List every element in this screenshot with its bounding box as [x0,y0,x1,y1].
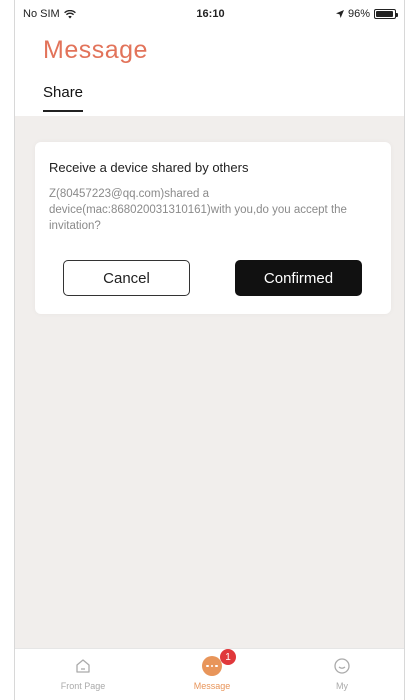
tab-bar: Share [43,84,84,112]
phone-screen: No SIM 16:10 96% Message Share Receive a… [14,0,405,700]
nav-label-my: My [336,681,348,691]
message-list: Receive a device shared by others Z(8045… [15,116,404,648]
nav-label-front-page: Front Page [60,681,106,691]
confirm-button[interactable]: Confirmed [235,260,362,296]
battery-fill [376,11,394,17]
tab-share[interactable]: Share [43,84,84,112]
unread-badge: 1 [220,649,236,665]
nav-label-message: Message [193,681,231,691]
home-icon [43,653,123,679]
message-icon [202,656,222,676]
status-bar: No SIM 16:10 96% [15,0,404,32]
bottom-nav: Front Page 1 Message My [15,648,404,700]
battery-icon [374,9,398,19]
cancel-button[interactable]: Cancel [63,260,190,296]
card-title: Receive a device shared by others [49,160,249,175]
smiley-icon [302,653,382,679]
nav-item-my[interactable]: My [302,653,382,691]
nav-item-message[interactable]: 1 Message [172,649,252,691]
page-title: Message [43,36,148,64]
location-arrow-icon [335,10,344,18]
nav-item-front-page[interactable]: Front Page [43,653,123,691]
share-invitation-card: Receive a device shared by others Z(8045… [35,142,391,314]
card-message: Z(80457223@qq.com)shared a device(mac:86… [49,188,347,232]
battery-percent: 96% [347,8,370,20]
